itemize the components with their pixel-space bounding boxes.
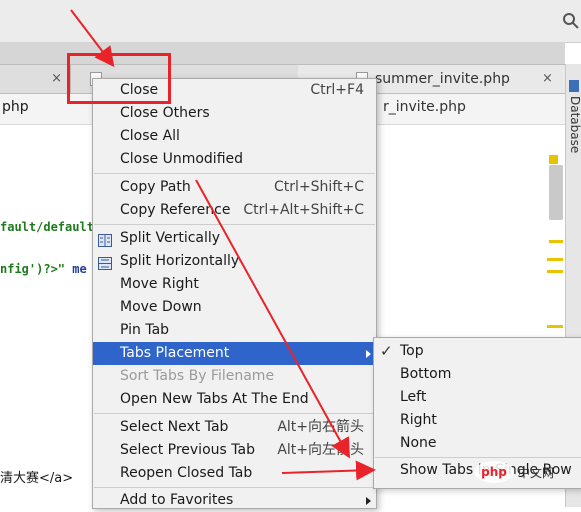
php-watermark-logo: php 中文网 (472, 457, 572, 487)
svg-text:中文网: 中文网 (518, 465, 554, 480)
annotation-arrows (70, 9, 376, 481)
svg-text:php: php (481, 465, 507, 479)
